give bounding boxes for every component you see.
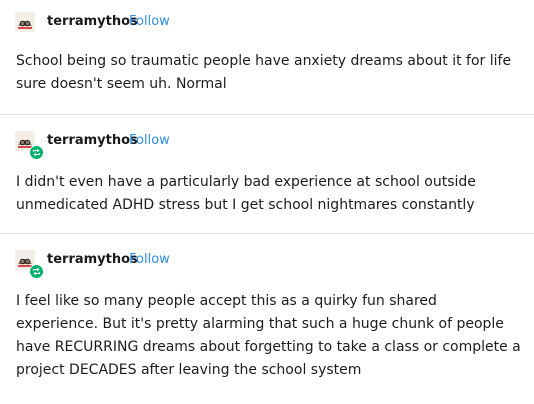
follow-button[interactable]: Follow xyxy=(129,252,170,267)
follow-button[interactable]: Follow xyxy=(129,133,170,148)
post-text: I feel like so many people accept this a… xyxy=(16,293,521,378)
post-username[interactable]: terramythos xyxy=(47,252,138,267)
post-divider xyxy=(0,233,534,234)
follow-button[interactable]: Follow xyxy=(129,14,170,29)
post-divider xyxy=(0,114,534,115)
reblog-arrows-icon xyxy=(29,264,44,279)
avatar-icon[interactable] xyxy=(15,12,35,32)
post-username[interactable]: terramythos xyxy=(47,14,138,29)
reblog-arrows-icon xyxy=(29,145,44,160)
post-text: I didn't even have a particularly bad ex… xyxy=(16,174,476,213)
post-text: School being so traumatic people have an… xyxy=(16,53,512,92)
post-username[interactable]: terramythos xyxy=(47,133,138,148)
